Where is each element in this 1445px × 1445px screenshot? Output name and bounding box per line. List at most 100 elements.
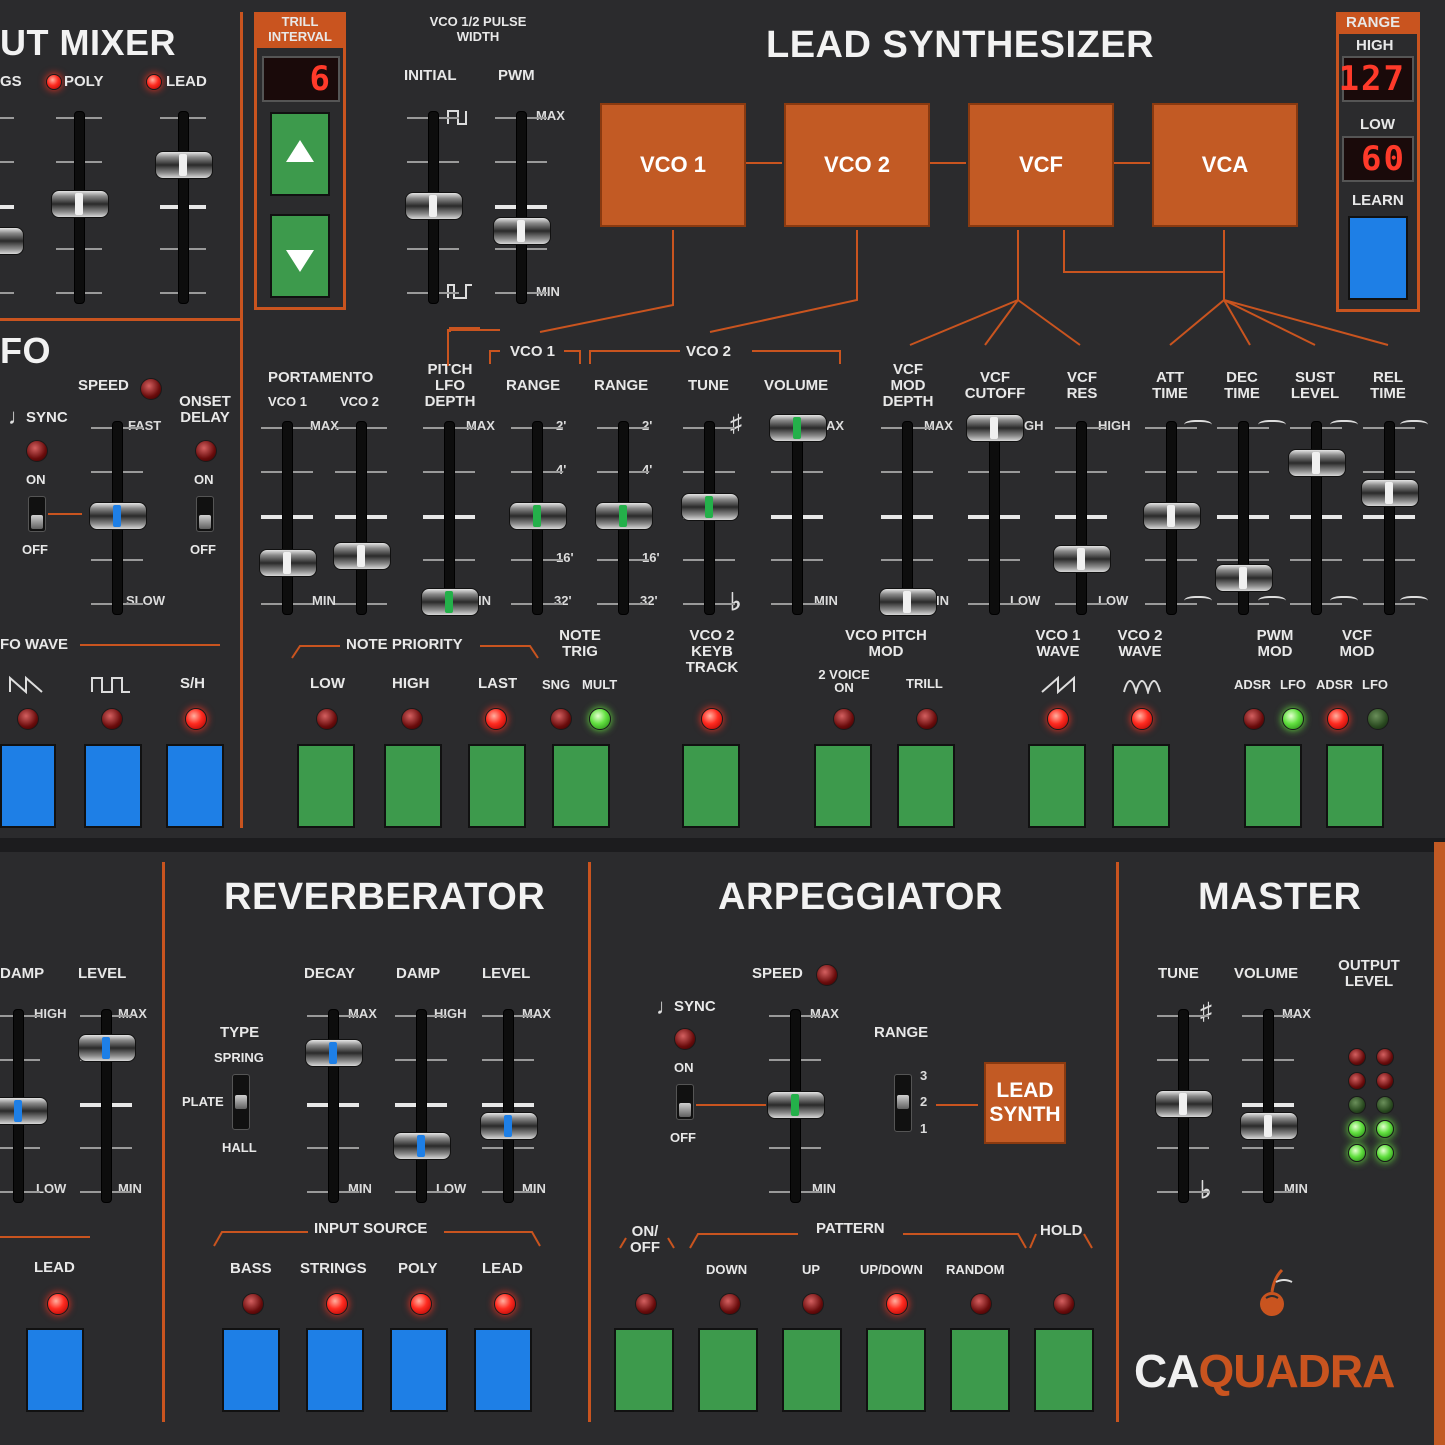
mixer-strings-fader[interactable] <box>0 227 24 255</box>
hold-button[interactable] <box>1034 1328 1094 1412</box>
src-poly-led <box>410 1293 432 1315</box>
mixer-lead-fader[interactable] <box>155 151 213 179</box>
pat-random-button[interactable] <box>950 1328 1010 1412</box>
mixer-poly-fader[interactable] <box>51 190 109 218</box>
pitch-lfo-depth-fader[interactable] <box>421 588 479 616</box>
trill-up-button[interactable] <box>270 112 330 196</box>
master-tune-label: TUNE <box>1158 965 1199 982</box>
src-lead-button[interactable] <box>474 1328 532 1412</box>
trill-title: TRILL INTERVAL <box>268 14 332 44</box>
arp-onoff-button[interactable] <box>614 1328 674 1412</box>
master-max: MAX <box>1282 1006 1311 1021</box>
reverb-type-switch[interactable] <box>232 1074 250 1130</box>
bl-lead-button[interactable] <box>26 1328 84 1412</box>
pat-down-button[interactable] <box>698 1328 758 1412</box>
pw-initial-fader[interactable] <box>405 192 463 220</box>
vco2-r4: 4' <box>642 462 653 477</box>
master-tune-fader[interactable] <box>1155 1090 1213 1118</box>
trill-button[interactable] <box>897 744 955 828</box>
saw-up-icon <box>1041 675 1075 694</box>
pat-up-button[interactable] <box>782 1328 842 1412</box>
lfo-wave-square-button[interactable] <box>84 744 142 828</box>
vco2-tune-fader[interactable] <box>681 493 739 521</box>
src-bass-button[interactable] <box>222 1328 280 1412</box>
lfo-speed-led <box>140 378 162 400</box>
vco2-volume-fader[interactable] <box>769 414 827 442</box>
cutoff-low: LOW <box>1010 593 1041 608</box>
pri-low-label: LOW <box>310 675 345 692</box>
learn-button[interactable] <box>1348 216 1408 300</box>
reverb-decay-label: DECAY <box>304 965 356 982</box>
two-voice-button[interactable] <box>814 744 872 828</box>
att-time-fader[interactable] <box>1143 502 1201 530</box>
vco2-range-fader[interactable] <box>595 502 653 530</box>
reverb-level-fader[interactable] <box>480 1112 538 1140</box>
bl-damp-fader[interactable] <box>0 1097 48 1125</box>
sawtooth-down-icon <box>9 675 43 694</box>
portamento-vco1-fader[interactable] <box>259 549 317 577</box>
note-priority-bracket <box>291 645 539 659</box>
arp-speed-label: SPEED <box>752 965 803 982</box>
priority-low-button[interactable] <box>297 744 355 828</box>
vco2-wave-button[interactable] <box>1112 744 1170 828</box>
vcf-mod-depth-fader[interactable] <box>879 588 937 616</box>
dec-time-fader[interactable] <box>1215 564 1273 592</box>
divider <box>162 862 165 1422</box>
vco1-range-fader[interactable] <box>509 502 567 530</box>
vcf-res-fader[interactable] <box>1053 545 1111 573</box>
reverb-damp-track <box>416 1009 427 1203</box>
vcf-mod-button[interactable] <box>1326 744 1384 828</box>
keyb-track-button[interactable] <box>682 744 740 828</box>
lfo-wave-sh-led <box>185 708 207 730</box>
mixer-strings-tick <box>0 292 14 294</box>
arp-sync-switch[interactable] <box>676 1084 694 1120</box>
hold-led <box>1053 1293 1075 1315</box>
note-trig-button[interactable] <box>552 744 610 828</box>
master-volume-fader[interactable] <box>1240 1112 1298 1140</box>
pwm-mod-button[interactable] <box>1244 744 1302 828</box>
priority-high-button[interactable] <box>384 744 442 828</box>
decay-max: MAX <box>348 1006 377 1021</box>
lfo-wave-saw-button[interactable] <box>0 744 56 828</box>
src-poly-button[interactable] <box>390 1328 448 1412</box>
reverb-damp-fader[interactable] <box>393 1132 451 1160</box>
arp-range-label: RANGE <box>874 1024 929 1041</box>
onset-delay-switch[interactable] <box>196 496 214 532</box>
lfo-sync-switch[interactable] <box>28 496 46 532</box>
vco1-wave-button[interactable] <box>1028 744 1086 828</box>
lfo-speed-fader[interactable] <box>89 502 147 530</box>
priority-last-button[interactable] <box>468 744 526 828</box>
trill-down-button[interactable] <box>270 214 330 298</box>
bl-level-fader[interactable] <box>78 1034 136 1062</box>
arp-speed-fader[interactable] <box>767 1091 825 1119</box>
rel-time-fader[interactable] <box>1361 479 1419 507</box>
mixer-strings-tick <box>0 160 14 163</box>
pw-pwm-fader[interactable] <box>493 217 551 245</box>
reverb-type-label: TYPE <box>220 1024 260 1041</box>
divider <box>1116 862 1119 1422</box>
vco1-r4: 4' <box>556 462 567 477</box>
bl-min: MIN <box>118 1181 142 1196</box>
trill-switch-label: TRILL <box>906 676 943 691</box>
pat-down-led <box>719 1293 741 1315</box>
pat-updown-button[interactable] <box>866 1328 926 1412</box>
lfo-wave-sh-button[interactable] <box>166 744 224 828</box>
lfo-title: FO <box>0 330 51 371</box>
mixer-label-poly: POLY <box>64 73 104 90</box>
range-low-label: LOW <box>1360 116 1395 133</box>
portamento-vco2-track <box>356 421 367 615</box>
bl-level-label: LEVEL <box>78 965 127 982</box>
trig-sng-label: SNG <box>542 677 571 692</box>
arp-range-switch[interactable] <box>894 1074 912 1132</box>
sust-level-fader[interactable] <box>1288 449 1346 477</box>
pw-pwm-track <box>516 111 527 304</box>
vcf-cutoff-fader[interactable] <box>966 414 1024 442</box>
reverb-decay-fader[interactable] <box>305 1039 363 1067</box>
range-learn-label: LEARN <box>1352 192 1404 209</box>
rel-time-track <box>1384 421 1395 615</box>
master-volume-label: VOLUME <box>1234 965 1299 982</box>
att-time-label: ATT TIME <box>1152 369 1188 402</box>
portamento-vco2-fader[interactable] <box>333 542 391 570</box>
src-strings-button[interactable] <box>306 1328 364 1412</box>
pulse-wave-icon <box>1123 680 1161 694</box>
